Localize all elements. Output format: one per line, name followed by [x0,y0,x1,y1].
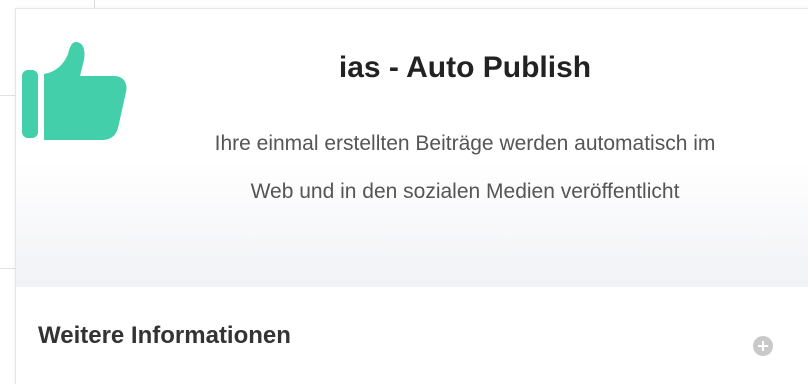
more-info-label[interactable]: Weitere Informationen [38,320,291,352]
background-divider [94,0,95,8]
thumbs-up-icon [22,42,127,140]
description-line: Ihre einmal erstellten Beiträge werden a… [214,132,716,155]
description-line: Web und in den sozialen Medien veröffent… [250,180,680,203]
page-title: ias - Auto Publish [338,51,592,84]
page: ias - Auto Publish Ihre einmal erstellte… [0,0,808,384]
feature-description: Ihre einmal erstellten Beiträge werden a… [140,120,790,216]
background-divider [0,268,15,269]
plus-circle-icon[interactable] [752,335,774,357]
background-divider [0,95,15,96]
